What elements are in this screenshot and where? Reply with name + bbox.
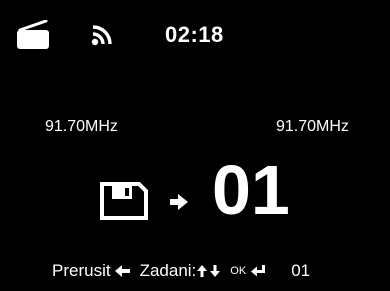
save-preset-row: 01 — [0, 150, 390, 230]
frequency-left: 91.70MHz — [45, 118, 118, 135]
radio-icon — [16, 19, 50, 50]
hint-preset-number: 01 — [291, 261, 311, 280]
arrow-right-icon — [170, 194, 188, 210]
ok-hint-label: OK — [230, 265, 247, 277]
frequency-right: 91.70MHz — [276, 118, 349, 135]
arrow-left-icon — [114, 265, 130, 277]
enter-hint-label: Zadani: — [139, 261, 197, 280]
radio-display-screen: 02:18 91.70MHz 91.70MHz 01 Prerusit Zada… — [0, 0, 390, 291]
preset-number: 01 — [212, 151, 290, 229]
arrow-down-icon — [210, 265, 221, 277]
status-bar: 02:18 — [0, 0, 390, 60]
rss-icon — [91, 24, 113, 46]
clock-time: 02:18 — [165, 22, 224, 47]
cancel-hint-label: Prerusit — [52, 261, 111, 280]
enter-return-icon — [251, 265, 266, 277]
floppy-disk-save-icon — [99, 181, 149, 221]
arrow-up-icon — [197, 265, 208, 277]
hint-bar: Prerusit Zadani: OK 01 — [52, 260, 372, 282]
